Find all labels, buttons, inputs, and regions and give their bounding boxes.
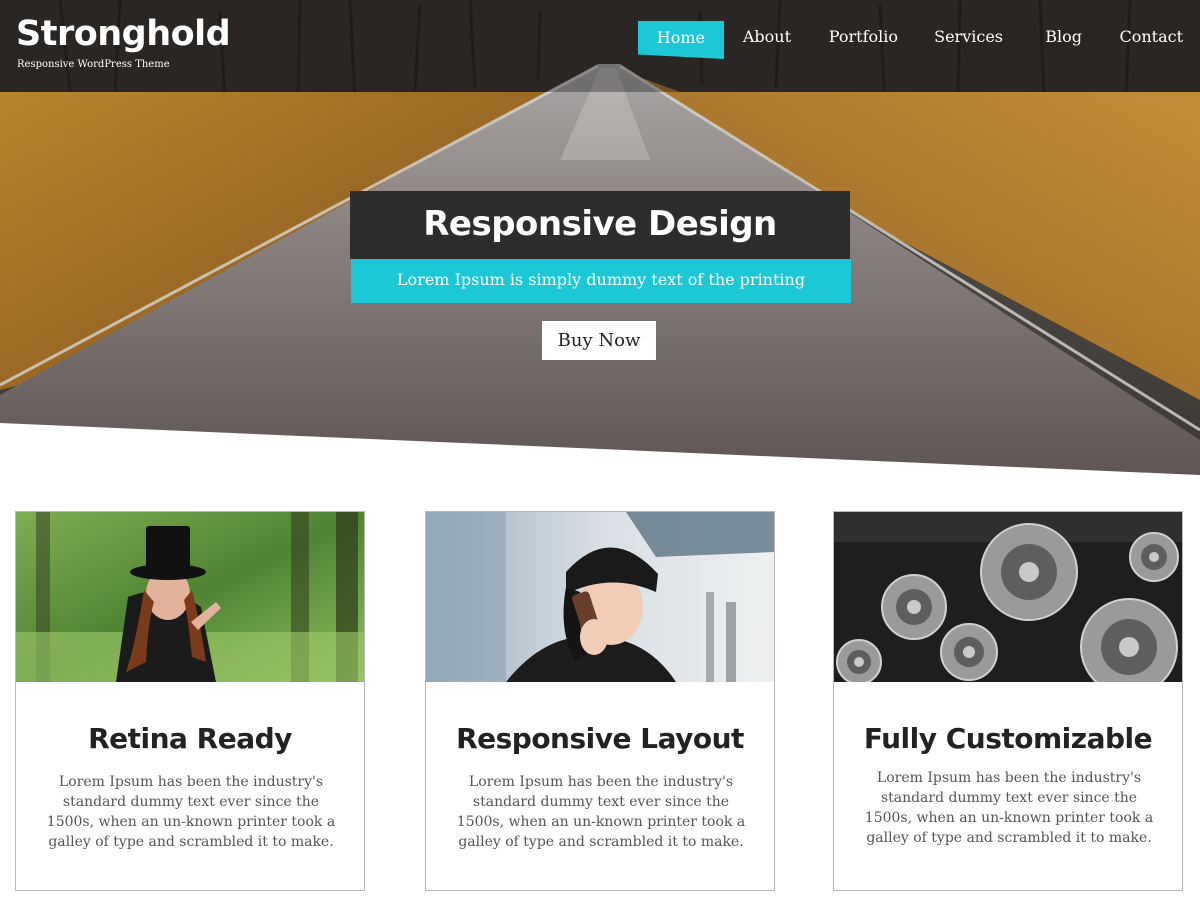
feature-text: Lorem Ipsum has been the industry's stan… [864, 770, 1154, 846]
nav-item-contact[interactable]: Contact [1119, 27, 1183, 46]
feature-title: Fully Customizable [863, 722, 1153, 755]
nav-item-home[interactable]: Home [637, 21, 724, 59]
slider-title: Responsive Design [350, 191, 850, 259]
buy-now-button[interactable]: Buy Now [542, 321, 656, 360]
feature-text: Lorem Ipsum has been the industry's stan… [456, 774, 746, 850]
slider-subtitle: Lorem Ipsum is simply dummy text of the … [351, 259, 851, 303]
feature-text: Lorem Ipsum has been the industry's stan… [46, 774, 336, 850]
feature-image-woman-phone [426, 512, 774, 682]
site-logo-title[interactable]: Stronghold [16, 12, 231, 56]
hero-slider: Stronghold Responsive WordPress Theme Ho… [0, 0, 1200, 475]
nav-item-services[interactable]: Services [934, 27, 1003, 46]
site-tagline: Responsive WordPress Theme [17, 59, 170, 70]
nav-item-blog[interactable]: Blog [1045, 27, 1082, 46]
feature-card-customizable: Fully Customizable Lorem Ipsum has been … [833, 511, 1183, 891]
feature-image-woman-hat [16, 512, 364, 682]
nav-item-portfolio[interactable]: Portfolio [829, 27, 898, 46]
feature-title: Responsive Layout [456, 722, 744, 755]
nav-item-about[interactable]: About [743, 27, 791, 46]
feature-image-gears [834, 512, 1182, 682]
feature-card-responsive: Responsive Layout Lorem Ipsum has been t… [425, 511, 775, 891]
feature-card-retina: Retina Ready Lorem Ipsum has been the in… [15, 511, 365, 891]
feature-title: Retina Ready [88, 722, 292, 755]
